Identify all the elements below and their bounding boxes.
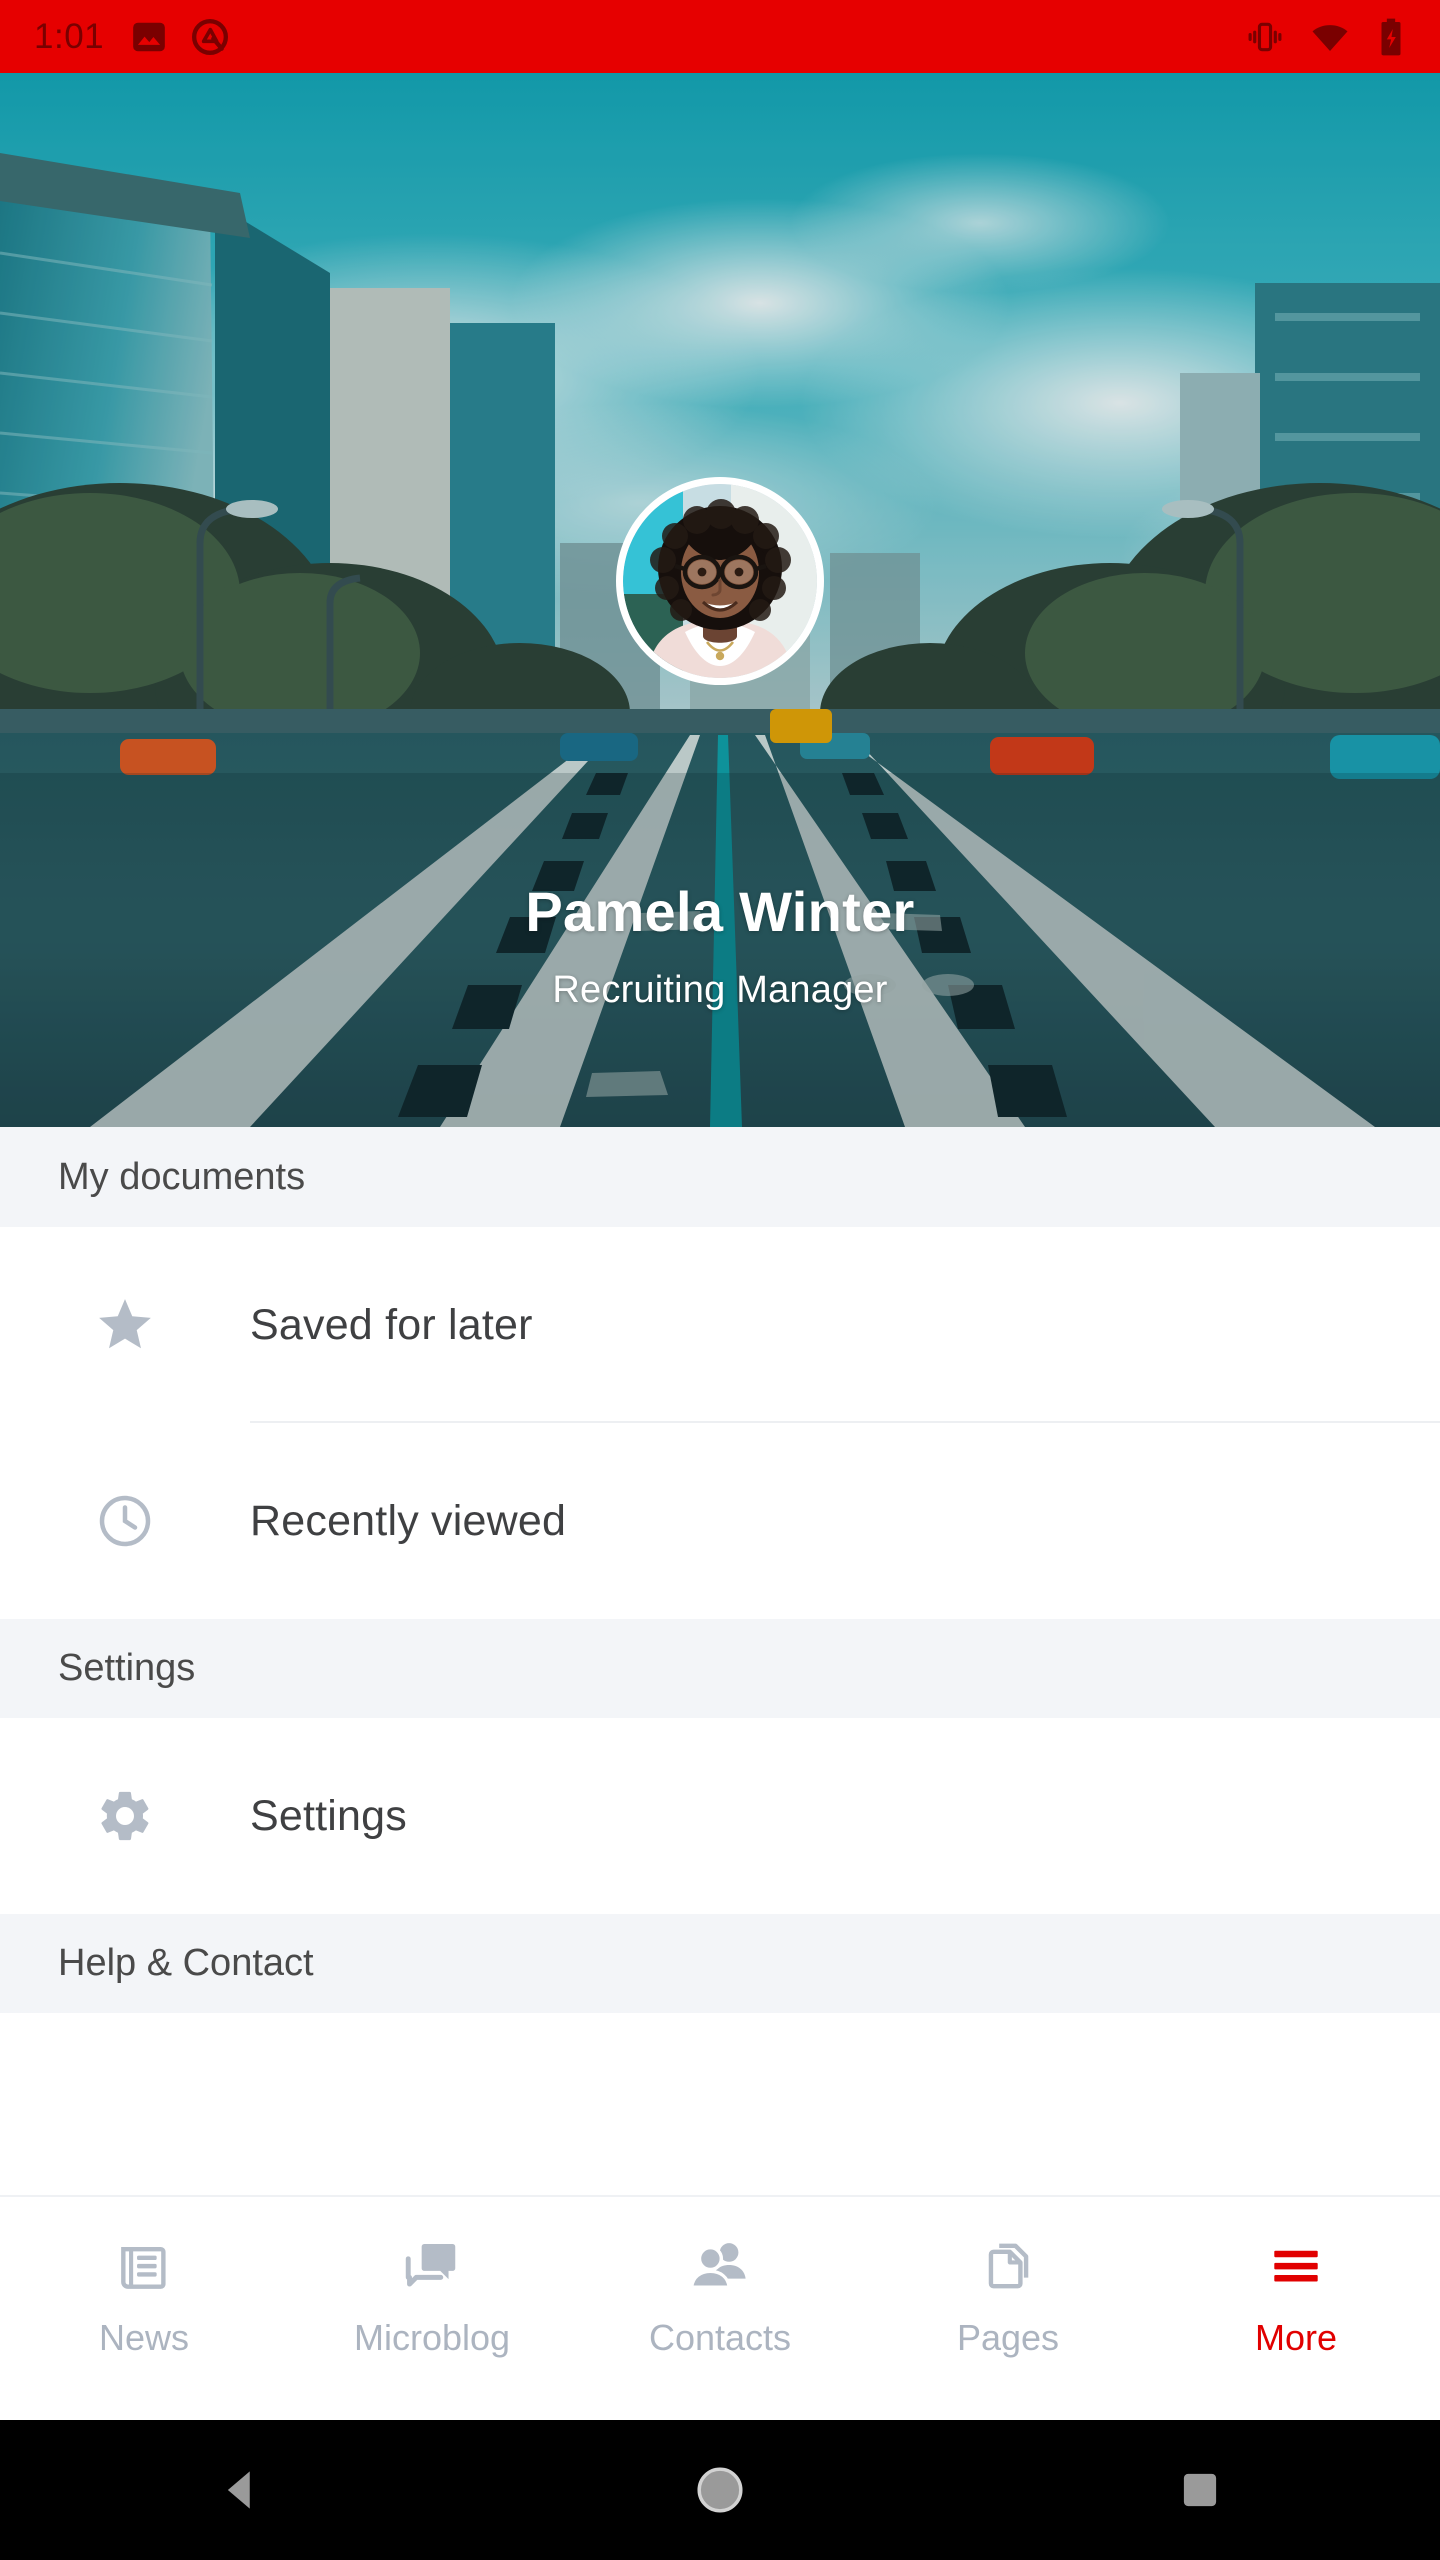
avatar[interactable] — [616, 477, 824, 685]
documents-icon — [977, 2233, 1039, 2297]
gear-icon — [0, 1786, 250, 1846]
app-screen: 1:01 Pamela Winter Recruiting Manager My… — [0, 0, 1440, 2560]
vibrate-icon — [1248, 22, 1282, 51]
list-item-recently-viewed[interactable]: Recently viewed — [0, 1423, 1440, 1619]
section-header-help-contact: Help & Contact — [0, 1914, 1440, 2013]
nav-tab-contacts[interactable]: Contacts — [576, 2197, 864, 2359]
nav-tab-label: More — [1254, 2317, 1338, 2358]
pencil-icon — [1306, 213, 1440, 1127]
status-bar: 1:01 — [0, 0, 1440, 73]
nav-tab-microblog[interactable]: Microblog — [288, 2197, 576, 2359]
nav-tab-label: Pages — [956, 2317, 1060, 2358]
home-circle-icon — [697, 2467, 743, 2513]
list-item-settings[interactable]: Settings — [0, 1718, 1440, 1914]
profile-role: Recruiting Manager — [552, 969, 888, 1011]
recents-square-icon — [1183, 2473, 1217, 2507]
nav-tab-label: News — [98, 2317, 190, 2358]
back-triangle-icon — [227, 2471, 250, 2509]
star-icon — [0, 1294, 250, 1356]
status-bar-clock: 1:01 — [34, 17, 105, 56]
profile-name: Pamela Winter — [525, 880, 915, 943]
nav-tab-label: Microblog — [353, 2317, 511, 2358]
clock-icon — [0, 1491, 250, 1551]
list-item-label: Saved for later — [250, 1300, 533, 1349]
hamburger-menu-icon — [1265, 2233, 1327, 2297]
menu-list: My documents Saved for later Recently vi… — [0, 1127, 1440, 2195]
status-bar-right-icons — [1246, 17, 1406, 57]
nav-tab-pages[interactable]: Pages — [864, 2197, 1152, 2359]
people-icon — [688, 2233, 752, 2297]
newspaper-icon — [113, 2233, 175, 2297]
image-icon — [133, 22, 165, 51]
section-header-my-documents: My documents — [0, 1127, 1440, 1227]
nav-tab-more[interactable]: More — [1152, 2197, 1440, 2359]
android-system-nav — [0, 2420, 1440, 2560]
profile-hero: Pamela Winter Recruiting Manager — [0, 73, 1440, 1127]
battery-charging-icon — [1381, 18, 1401, 55]
bottom-navigation: News Microblog Contacts Pages More — [0, 2195, 1440, 2420]
status-bar-left-icons — [130, 17, 230, 57]
edit-cover-button[interactable] — [1306, 213, 1392, 299]
nav-tab-news[interactable]: News — [0, 2197, 288, 2359]
nav-tab-label: Contacts — [648, 2317, 792, 2358]
list-item-saved-for-later[interactable]: Saved for later — [0, 1227, 1440, 1423]
section-header-settings: Settings — [0, 1619, 1440, 1718]
list-item-label: Recently viewed — [250, 1496, 567, 1545]
chat-bubbles-icon — [401, 2233, 463, 2297]
avatar-photo — [623, 484, 817, 678]
android-back-button[interactable] — [0, 2464, 480, 2516]
wifi-icon — [1312, 24, 1348, 51]
list-item-label: Settings — [250, 1791, 407, 1840]
android-recents-button[interactable] — [960, 2467, 1440, 2513]
android-q-icon — [192, 18, 229, 55]
android-home-button[interactable] — [480, 2464, 960, 2516]
